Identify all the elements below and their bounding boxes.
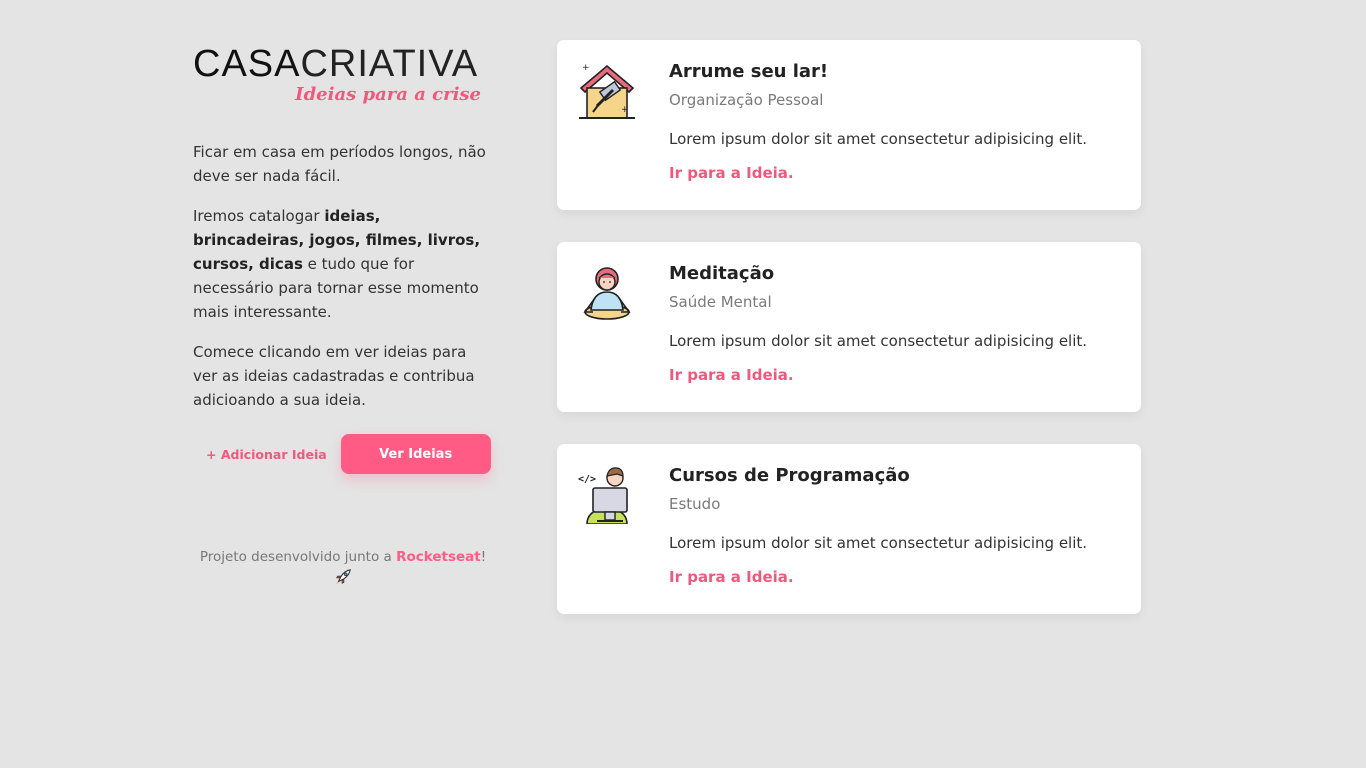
idea-link[interactable]: Ir para a Ideia. xyxy=(669,164,794,182)
logo-tagline: Ideias para a crise xyxy=(294,84,481,105)
idea-content: Arrume seu lar! Organização Pessoal Lore… xyxy=(669,60,1123,182)
svg-text:CASACRIATIVA: CASACRIATIVA xyxy=(193,43,478,85)
logo-criativa: CRIATIVA xyxy=(300,43,478,85)
rocketseat-link[interactable]: Rocketseat xyxy=(396,549,481,565)
idea-content: Meditação Saúde Mental Lorem ipsum dolor… xyxy=(669,262,1123,384)
idea-description: Lorem ipsum dolor sit amet consectetur a… xyxy=(669,130,1088,148)
idea-category: Saúde Mental xyxy=(669,293,772,311)
idea-category: Organização Pessoal xyxy=(669,91,824,109)
actions: + Adicionar Ideia Ver Ideias xyxy=(193,434,493,474)
idea-link[interactable]: Ir para a Ideia. xyxy=(669,366,794,384)
add-idea-button[interactable]: + Adicionar Ideia xyxy=(206,447,327,462)
idea-card: + + Arrume seu lar! Organização Pessoal … xyxy=(557,40,1141,210)
svg-text:+: + xyxy=(582,63,590,73)
idea-card: Meditação Saúde Mental Lorem ipsum dolor… xyxy=(557,242,1141,412)
page: CASACRIATIVA Ideias para a crise Ficar e… xyxy=(0,0,1366,768)
idea-description: Lorem ipsum dolor sit amet consectetur a… xyxy=(669,534,1088,552)
intro-paragraph-1: Ficar em casa em períodos longos, não de… xyxy=(193,143,486,185)
idea-content: Cursos de Programação Estudo Lorem ipsum… xyxy=(669,464,1123,586)
idea-card: </> Cursos de Programação Estudo Lorem i… xyxy=(557,444,1141,614)
sidebar: CASACRIATIVA Ideias para a crise Ficar e… xyxy=(193,40,493,474)
ideas-list: + + Arrume seu lar! Organização Pessoal … xyxy=(557,40,1141,646)
programmer-icon: </> xyxy=(578,467,628,524)
meditation-icon xyxy=(583,267,631,320)
idea-link[interactable]: Ir para a Ideia. xyxy=(669,568,794,586)
intro-paragraph-2: Iremos catalogar ideias, brincadeiras, j… xyxy=(193,207,481,321)
casa-criativa-logo: CASACRIATIVA Ideias para a crise xyxy=(193,43,481,105)
logo-casa: CASA xyxy=(193,43,300,85)
svg-text:+: + xyxy=(621,105,629,115)
idea-title: Meditação xyxy=(669,263,775,284)
idea-category: Estudo xyxy=(669,495,721,513)
rocket-icon xyxy=(335,569,351,585)
footer: Projeto desenvolvido junto a Rocketseat! xyxy=(193,548,493,586)
idea-title: Arrume seu lar! xyxy=(669,61,829,82)
view-ideas-button[interactable]: Ver Ideias xyxy=(340,434,491,474)
intro-paragraph-3: Comece clicando em ver ideias para ver a… xyxy=(193,343,475,409)
idea-title: Cursos de Programação xyxy=(669,465,910,486)
svg-text:</>: </> xyxy=(578,474,596,485)
house-cleaning-icon: + + xyxy=(579,63,635,119)
idea-description: Lorem ipsum dolor sit amet consectetur a… xyxy=(669,332,1088,350)
intro-text: Ficar em casa em períodos longos, não de… xyxy=(193,140,493,412)
